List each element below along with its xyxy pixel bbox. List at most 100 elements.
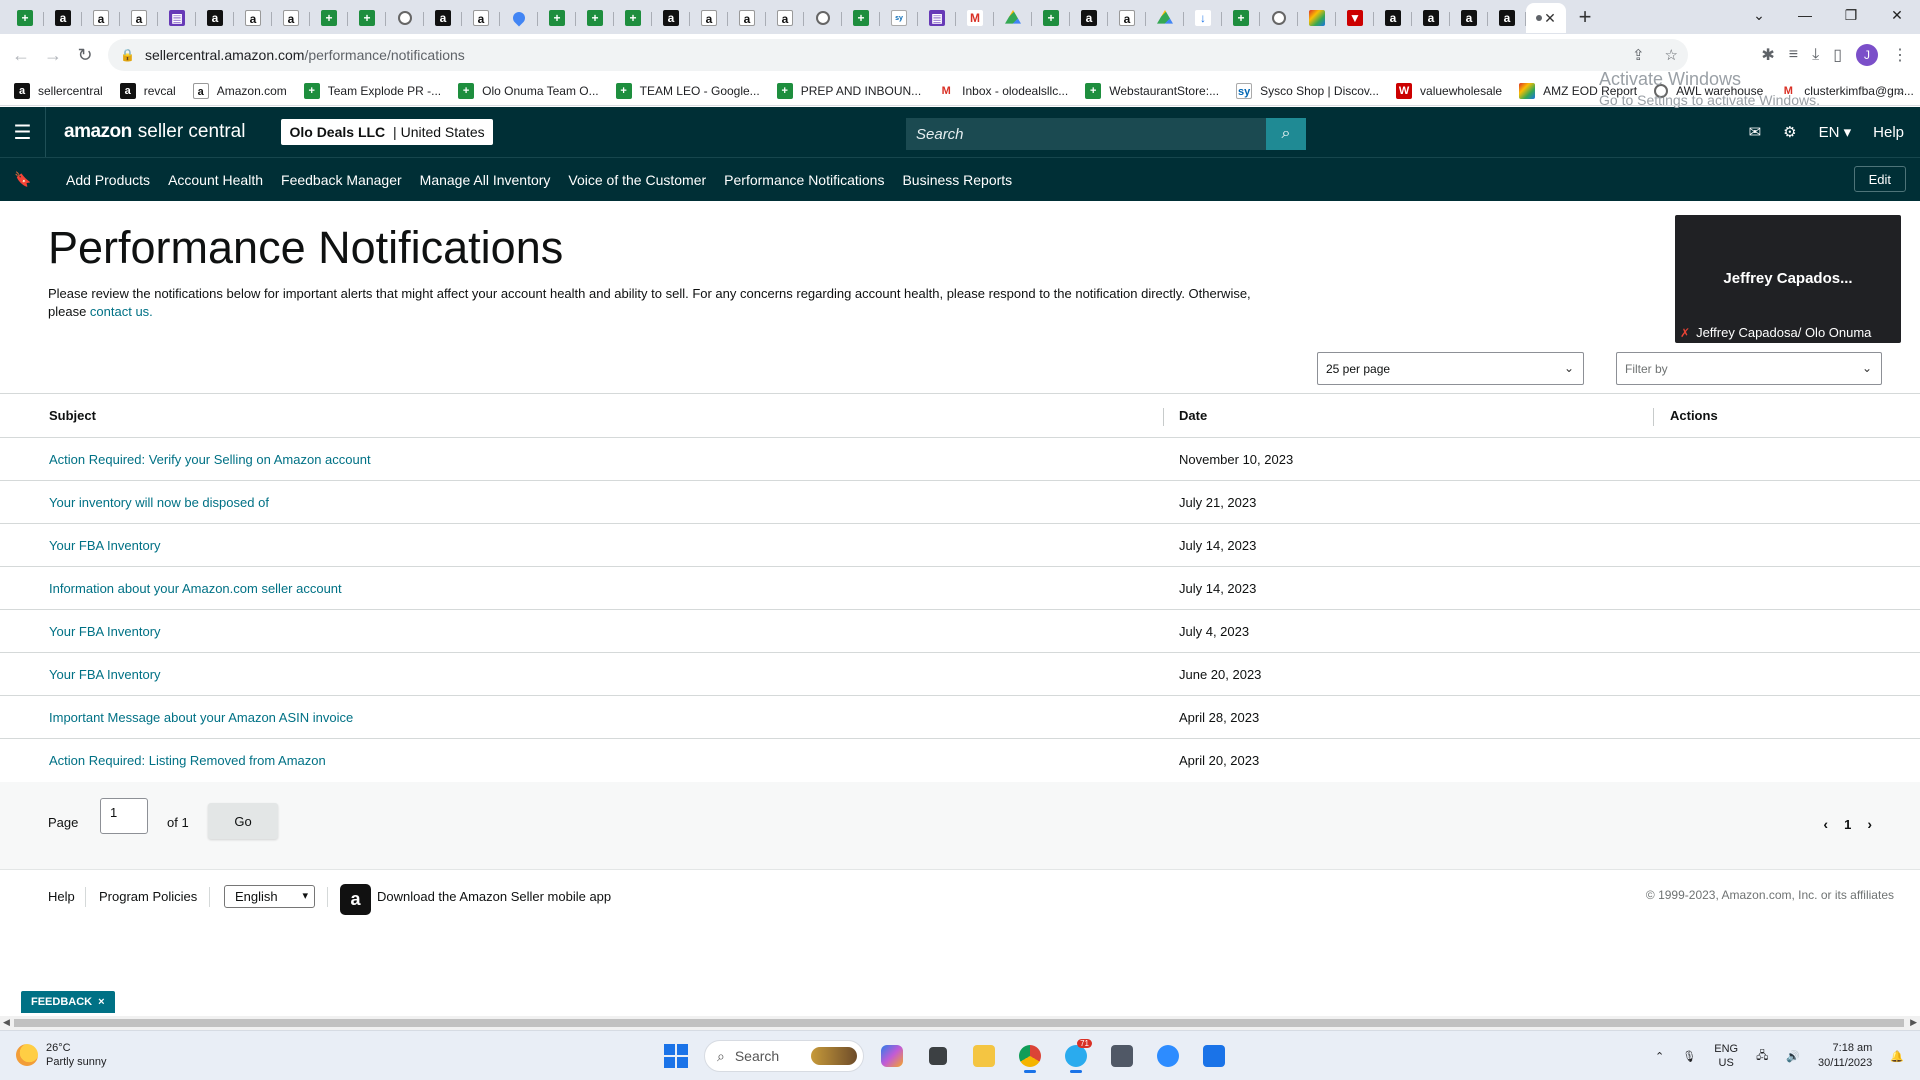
notification-subject-link[interactable]: Important Message about your Amazon ASIN… [49,710,353,725]
url-field[interactable]: 🔒 sellercentral.amazon.com/performance/n… [108,39,1688,71]
notification-subject-link[interactable]: Your inventory will now be disposed of [49,495,269,510]
browser-tab[interactable]: a [652,3,690,33]
scroll-right-icon[interactable]: ▶ [1910,1017,1917,1028]
browser-tab[interactable]: a [272,3,310,33]
notification-subject-link[interactable]: Information about your Amazon.com seller… [49,581,342,596]
browser-tab[interactable]: a [82,3,120,33]
header-date[interactable]: Date [1179,408,1207,423]
star-icon[interactable]: ☆ [1665,46,1678,64]
close-icon[interactable]: × [98,996,104,1008]
back-icon[interactable]: ← [6,40,36,70]
task-view-icon[interactable] [920,1039,956,1073]
column-divider[interactable] [1653,408,1654,426]
nav-link-account-health[interactable]: Account Health [168,172,263,188]
nav-link-add-products[interactable]: Add Products [66,172,150,188]
browser-tab[interactable] [804,3,842,33]
more-bookmarks-icon[interactable]: » [1896,82,1904,98]
notification-subject-link[interactable]: Your FBA Inventory [49,624,161,639]
scrollbar-thumb[interactable] [14,1019,1904,1027]
video-call-overlay[interactable]: Jeffrey Capados... ✗ Jeffrey Capadosa/ O… [1675,215,1901,343]
browser-tab[interactable]: + [348,3,386,33]
browser-tab[interactable]: a [728,3,766,33]
nav-link-performance-notifications[interactable]: Performance Notifications [724,172,884,188]
browser-tab[interactable]: a [44,3,82,33]
nav-link-business-reports[interactable]: Business Reports [902,172,1012,188]
browser-tab[interactable]: a [424,3,462,33]
calculator-icon[interactable] [1104,1039,1140,1073]
browser-tab[interactable]: + [614,3,652,33]
footer-language-select[interactable]: English ▾ [224,885,315,908]
header-subject[interactable]: Subject [49,408,96,423]
bookmark-item[interactable]: + TEAM LEO - Google... [615,82,760,99]
browser-tab[interactable]: a [234,3,272,33]
browser-tab[interactable]: + [310,3,348,33]
browser-tab[interactable]: ▤ [918,3,956,33]
bookmark-item[interactable]: + Team Explode PR -... [303,82,441,99]
browser-tab[interactable]: + [1032,3,1070,33]
horizontal-scrollbar[interactable]: ◀ ▶ [0,1016,1920,1030]
notification-subject-link[interactable]: Action Required: Listing Removed from Am… [49,753,326,768]
bookmark-item[interactable]: + WebstaurantStore:... [1085,82,1219,99]
bookmark-item[interactable]: Wvaluewholesale [1396,82,1502,99]
browser-tab[interactable] [1146,3,1184,33]
browser-tab[interactable]: ▤ [158,3,196,33]
browser-tab[interactable] [500,3,538,33]
media-icon[interactable]: ≡ [1789,46,1798,64]
seller-search-input[interactable] [906,118,1266,150]
browser-tab[interactable] [386,3,424,33]
edit-nav-button[interactable]: Edit [1853,166,1906,192]
volume-icon[interactable]: 🔊 [1786,1050,1800,1063]
browser-tab[interactable]: sy [880,3,918,33]
column-divider[interactable] [1163,408,1164,426]
browser-tab[interactable] [1298,3,1336,33]
browser-tab[interactable]: + [1222,3,1260,33]
gear-icon[interactable]: ⚙ [1783,123,1796,141]
notification-subject-link[interactable]: Action Required: Verify your Selling on … [49,452,371,467]
scroll-left-icon[interactable]: ◀ [3,1017,10,1028]
browser-tab[interactable]: a [690,3,728,33]
side-panel-icon[interactable]: ▯ [1833,45,1842,65]
contact-us-link[interactable]: contact us. [90,304,153,319]
hamburger-menu-icon[interactable]: ☰ [0,107,46,157]
search-icon[interactable]: ⌕ [1266,118,1306,150]
bookmark-item[interactable]: a revcal [119,82,176,99]
bookmark-item[interactable]: sy Sysco Shop | Discov... [1236,82,1379,99]
browser-tab[interactable] [994,3,1032,33]
share-icon[interactable]: ⇪ [1632,46,1645,64]
bookmark-item[interactable]: a Amazon.com [192,82,287,99]
bookmark-icon[interactable]: 🔖 [0,171,46,188]
browser-tab[interactable]: a [196,3,234,33]
browser-tab[interactable]: a [1070,3,1108,33]
chevron-up-icon[interactable]: ⌃ [1655,1050,1664,1063]
amazon-app-icon[interactable]: a [340,884,371,915]
browser-tab[interactable] [1260,3,1298,33]
bookmark-item[interactable]: M Inbox - olodealsllc... [938,82,1068,99]
notification-subject-link[interactable]: Your FBA Inventory [49,667,161,682]
browser-tab[interactable]: a [1488,3,1526,33]
notification-subject-link[interactable]: Your FBA Inventory [49,538,161,553]
menu-icon[interactable]: ⋮ [1892,45,1908,65]
extensions-icon[interactable]: ✱ [1761,45,1774,65]
close-window-button[interactable]: ✕ [1874,0,1920,30]
prev-page-icon[interactable]: ‹ [1823,816,1828,832]
browser-tab[interactable]: M [956,3,994,33]
browser-tab[interactable]: a [1108,3,1146,33]
zoom-icon[interactable] [1150,1039,1186,1073]
footer-help-link[interactable]: Help [48,889,75,904]
language-selector[interactable]: EN ▾ [1819,123,1852,141]
spreadsheet-app-icon[interactable] [1196,1039,1232,1073]
browser-tab[interactable]: a [1450,3,1488,33]
browser-tab[interactable]: ▼ [1336,3,1374,33]
browser-tab[interactable]: a [120,3,158,33]
telegram-icon[interactable]: 71 [1058,1039,1094,1073]
download-icon[interactable]: ⤓ [1812,46,1819,64]
account-switcher[interactable]: Olo Deals LLC | United States [281,119,493,145]
restore-button[interactable]: ❐ [1828,0,1874,30]
copilot-icon[interactable] [874,1039,910,1073]
filter-select[interactable]: Filter by ⌄ [1616,352,1882,385]
per-page-select[interactable]: 25 per page ⌄ [1317,352,1584,385]
nav-link-voice-of-the-customer[interactable]: Voice of the Customer [568,172,706,188]
profile-avatar[interactable]: J [1856,44,1878,66]
reload-icon[interactable]: ↻ [70,40,100,70]
network-icon[interactable]: 🖧 [1756,1047,1768,1066]
